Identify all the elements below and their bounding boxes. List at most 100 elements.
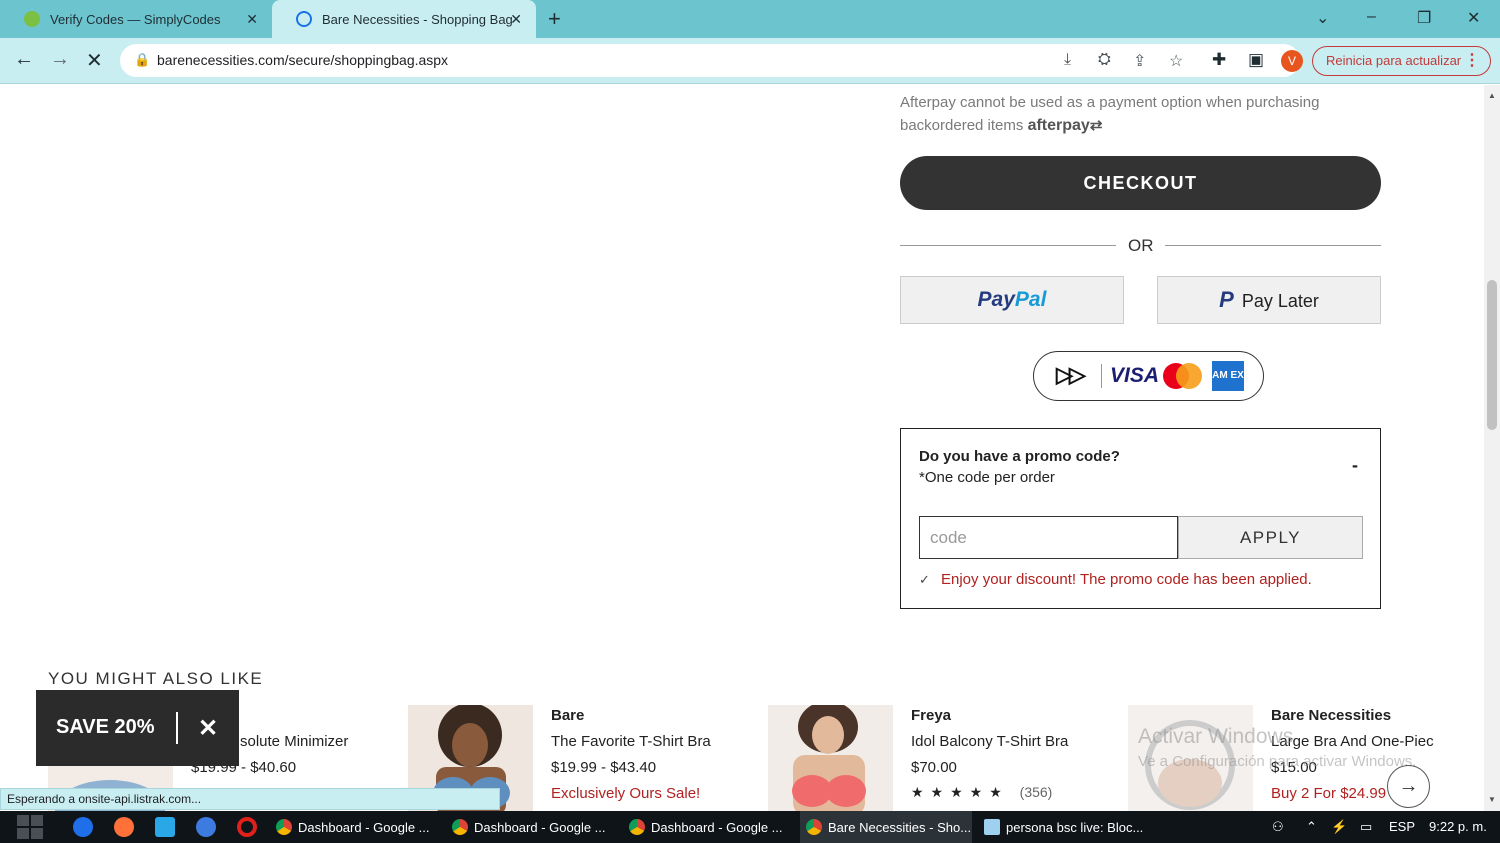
tab-search-chevron-icon[interactable]: ⌄: [1316, 8, 1329, 28]
restore-icon[interactable]: ❐: [1417, 8, 1431, 28]
address-bar[interactable]: 🔒 barenecessities.com/secure/shoppingbag…: [120, 44, 1300, 77]
taskbar-app-chrome-active[interactable]: Bare Necessities - Sho...: [800, 811, 972, 843]
promo-code-panel: Do you have a promo code? *One code per …: [900, 428, 1381, 609]
divider: [900, 245, 1116, 246]
network-icon[interactable]: ⚡: [1331, 819, 1347, 835]
back-arrow-icon[interactable]: ←: [14, 48, 34, 71]
product-name[interactable]: solute Minimizer: [240, 733, 348, 750]
status-bar: Esperando a onsite-api.listrak.com...: [0, 788, 500, 810]
product-name[interactable]: Large Bra And One-Piec: [1271, 733, 1434, 750]
close-tab-icon[interactable]: ✕: [246, 11, 258, 28]
taskbar-app-chrome[interactable]: Dashboard - Google ...: [270, 811, 440, 843]
url-text[interactable]: barenecessities.com/secure/shoppingbag.a…: [157, 52, 448, 68]
start-windows-icon[interactable]: [17, 815, 43, 839]
tab-simplycodes[interactable]: Verify Codes — SimplyCodes ✕: [0, 0, 272, 38]
minimize-icon[interactable]: –: [1367, 8, 1376, 26]
card-payment-button[interactable]: ▷▷ VISA AM EX: [1033, 351, 1264, 401]
taskbar-app-label: persona bsc live: Bloc...: [1006, 819, 1144, 835]
product-rating: ★★★★★ (356): [911, 784, 1052, 801]
loading-favicon-icon: [296, 11, 312, 27]
paypal-logo: PayPal: [978, 288, 1047, 311]
collapse-promo-toggle[interactable]: -: [1352, 455, 1358, 476]
afterpay-arrows-icon: ⇄: [1089, 117, 1103, 134]
pay-later-label: Pay Later: [1241, 291, 1319, 311]
taskbar-app-label: Dashboard - Google ...: [474, 819, 606, 835]
mastercard-logo-icon-overlap: [1176, 363, 1202, 389]
opera-icon[interactable]: [237, 817, 257, 837]
windows-taskbar: Dashboard - Google ... Dashboard - Googl…: [0, 811, 1500, 843]
promo-subtext: *One code per order: [919, 469, 1055, 486]
save-discount-popup[interactable]: SAVE 20% ✕: [36, 690, 239, 766]
promo-code-input[interactable]: [919, 516, 1178, 559]
restart-label: Reinicia para actualizar: [1326, 53, 1462, 68]
recommendations-title: YOU MIGHT ALSO LIKE: [48, 669, 264, 688]
close-window-icon[interactable]: ✕: [1467, 8, 1480, 28]
paypal-pay-later-button[interactable]: P Pay Later: [1157, 276, 1381, 324]
scroll-up-arrow-icon[interactable]: ▲: [1488, 91, 1496, 100]
checkout-button[interactable]: CHECKOUT: [900, 156, 1381, 210]
show-hidden-icons-chevron-icon[interactable]: ⌃: [1306, 819, 1317, 835]
taskbar-app-chrome[interactable]: Dashboard - Google ...: [446, 811, 616, 843]
new-tab-button[interactable]: +: [548, 6, 561, 32]
lock-icon[interactable]: 🔒: [134, 52, 150, 68]
bookmark-star-icon[interactable]: ☆: [1169, 51, 1183, 71]
product-promo: Buy 2 For $24.99: [1271, 785, 1387, 802]
firefox-dev-icon[interactable]: [73, 817, 93, 837]
taskbar-app-notepad[interactable]: persona bsc live: Bloc...: [978, 811, 1158, 843]
side-panel-icon[interactable]: ▣: [1248, 50, 1264, 70]
product-image[interactable]: [768, 705, 893, 811]
stop-loading-icon[interactable]: ✕: [86, 48, 103, 73]
divider: [1165, 245, 1381, 246]
windows-activation-watermark: Activar Windows: [1138, 725, 1294, 748]
menu-dots-icon[interactable]: ⋮: [1464, 47, 1480, 75]
paypal-logo-pal: Pal: [1014, 288, 1047, 311]
close-popup-icon[interactable]: ✕: [198, 714, 218, 743]
extensions-puzzle-icon[interactable]: ✚: [1212, 50, 1226, 70]
scroll-down-arrow-icon[interactable]: ▼: [1488, 795, 1496, 804]
page-scrollbar[interactable]: ▲ ▼: [1484, 85, 1500, 811]
browser-toolbar: ← → ✕ 🔒 barenecessities.com/secure/shopp…: [0, 38, 1500, 84]
save-label[interactable]: SAVE 20%: [56, 716, 155, 739]
input-language[interactable]: ESP: [1389, 819, 1415, 834]
tab-shopping-bag[interactable]: Bare Necessities - Shopping Bag ✕: [272, 0, 536, 38]
paypal-logo-pay: Pay: [977, 288, 1015, 311]
cc-cleaner-icon[interactable]: [196, 817, 216, 837]
review-count[interactable]: (356): [1020, 784, 1053, 800]
install-app-icon[interactable]: ⤓: [1064, 51, 1071, 69]
paypal-button[interactable]: PayPal: [900, 276, 1124, 324]
divider: [176, 712, 178, 744]
tab-title: Verify Codes — SimplyCodes: [50, 11, 221, 27]
chrome-icon: [629, 819, 645, 835]
product-name[interactable]: The Favorite T-Shirt Bra: [551, 733, 711, 750]
promo-question: Do you have a promo code?: [919, 448, 1120, 465]
system-clock[interactable]: 9:22 p. m.: [1429, 819, 1487, 834]
carousel-next-arrow-icon[interactable]: →: [1387, 765, 1430, 808]
people-icon[interactable]: ⚇: [1272, 819, 1284, 835]
chrome-icon: [276, 819, 292, 835]
translate-icon[interactable]: ⛭: [1098, 51, 1111, 69]
afterpay-logo: afterpay: [1027, 117, 1090, 134]
close-tab-icon[interactable]: ✕: [510, 11, 522, 28]
display-icon[interactable]: ▭: [1360, 819, 1372, 835]
afterpay-note-text: Afterpay cannot be used as a payment opt…: [900, 94, 1320, 134]
restart-to-update-button[interactable]: Reinicia para actualizar ⋮: [1312, 46, 1491, 76]
or-separator: OR: [1128, 236, 1154, 255]
profile-avatar[interactable]: V: [1281, 50, 1303, 72]
forward-arrow-icon[interactable]: →: [50, 48, 70, 71]
taskbar-app-label: Dashboard - Google ...: [651, 819, 783, 835]
star-rating-icons: ★★★★★: [911, 784, 1009, 800]
title-bar: Verify Codes — SimplyCodes ✕ Bare Necess…: [0, 0, 1500, 38]
firefox-icon[interactable]: [114, 817, 134, 837]
share-icon[interactable]: ⇪: [1133, 51, 1146, 71]
divider: [1101, 364, 1102, 388]
wps-icon[interactable]: [155, 817, 175, 837]
taskbar-app-chrome[interactable]: Dashboard - Google ...: [623, 811, 793, 843]
tab-title: Bare Necessities - Shopping Bag: [322, 11, 513, 27]
taskbar-app-label: Bare Necessities - Sho...: [828, 819, 972, 835]
scrollbar-thumb[interactable]: [1487, 280, 1497, 430]
apply-button[interactable]: APPLY: [1178, 516, 1363, 559]
taskbar-app-label: Dashboard - Google ...: [298, 819, 430, 835]
notepad-icon: [984, 819, 1000, 835]
product-name[interactable]: Idol Balcony T-Shirt Bra: [911, 733, 1068, 750]
product-brand: Freya: [911, 707, 952, 724]
